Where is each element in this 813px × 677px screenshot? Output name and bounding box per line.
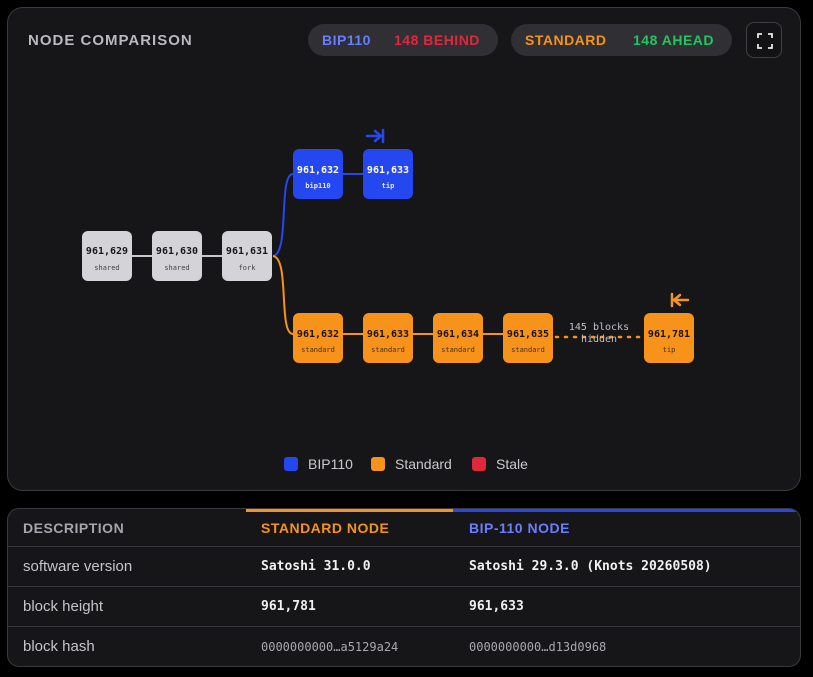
link-fork-bip110 xyxy=(272,173,294,257)
block-tag: bip110 xyxy=(305,182,330,190)
legend-swatch xyxy=(472,457,486,471)
header-standard-node: STANDARD NODE xyxy=(261,520,390,536)
block-height: 961,632 xyxy=(297,329,339,340)
block-height: 961,633 xyxy=(367,165,409,176)
legend-swatch xyxy=(284,457,298,471)
bip110-value: 0000000000…d13d0968 xyxy=(469,640,607,654)
block-tag: standard xyxy=(301,346,335,354)
standard-value: 961,781 xyxy=(261,599,316,614)
block-standard-961635[interactable]: 961,635 standard xyxy=(503,313,553,363)
block-tag: tip xyxy=(663,346,676,354)
block-standard-961633[interactable]: 961,633 standard xyxy=(363,313,413,363)
header-description: DESCRIPTION xyxy=(23,520,125,536)
block-shared-961629[interactable]: 961,629 shared xyxy=(82,231,132,281)
block-tag: tip xyxy=(382,182,395,190)
bip110-value: 961,633 xyxy=(469,599,524,614)
legend-label: BIP110 xyxy=(308,456,353,472)
block-height: 961,631 xyxy=(226,246,268,257)
standard-value: 0000000000…a5129a24 xyxy=(261,640,399,654)
block-height: 961,629 xyxy=(86,246,128,257)
table-row-block-height: block height 961,781 961,633 xyxy=(8,587,800,627)
legend-swatch xyxy=(371,457,385,471)
standard-value: Satoshi 31.0.0 xyxy=(261,559,371,574)
row-label: block height xyxy=(23,598,104,615)
block-height: 961,633 xyxy=(367,329,409,340)
block-tag: standard xyxy=(511,346,545,354)
row-label: block hash xyxy=(23,638,95,655)
arrow-left-icon xyxy=(670,292,690,308)
block-bip110-961632[interactable]: 961,632 bip110 xyxy=(293,149,343,199)
link-fork-standard xyxy=(272,255,294,335)
bip110-value: Satoshi 29.3.0 (Knots 20260508) xyxy=(469,559,712,574)
header-bip110-node: BIP-110 NODE xyxy=(469,520,570,536)
table-header-row: DESCRIPTION STANDARD NODE BIP-110 NODE xyxy=(8,509,800,547)
legend-item-bip110: BIP110 xyxy=(284,456,353,472)
hidden-blocks-label: 145 blocks xyxy=(569,322,629,333)
table-row-block-hash: block hash 0000000000…a5129a24 000000000… xyxy=(8,627,800,666)
block-standard-tip-961781[interactable]: 961,781 tip xyxy=(644,313,694,363)
block-height: 961,634 xyxy=(437,329,479,340)
chain-graph: 145 blocks hidden 961,629 shared 961,630… xyxy=(82,128,694,363)
block-tag: shared xyxy=(94,264,119,272)
row-label: software version xyxy=(23,558,133,575)
block-shared-961630[interactable]: 961,630 shared xyxy=(152,231,202,281)
comparison-table: DESCRIPTION STANDARD NODE BIP-110 NODE s… xyxy=(7,508,801,667)
block-height: 961,635 xyxy=(507,329,549,340)
block-standard-961634[interactable]: 961,634 standard xyxy=(433,313,483,363)
block-tag: shared xyxy=(164,264,189,272)
legend-label: Stale xyxy=(496,456,528,472)
table-row-software-version: software version Satoshi 31.0.0 Satoshi … xyxy=(8,547,800,587)
legend-item-stale: Stale xyxy=(472,456,528,472)
block-tag: fork xyxy=(239,264,257,272)
block-height: 961,630 xyxy=(156,246,198,257)
hidden-blocks-label-2: hidden xyxy=(581,334,617,345)
block-tag: standard xyxy=(441,346,475,354)
arrow-right-icon xyxy=(365,128,385,144)
block-height: 961,781 xyxy=(648,329,690,340)
legend-label: Standard xyxy=(395,456,452,472)
node-comparison-panel: NODE COMPARISON BIP110 148 BEHIND STANDA… xyxy=(7,7,801,491)
legend: BIP110 Standard Stale xyxy=(8,456,802,476)
legend-item-standard: Standard xyxy=(371,456,452,472)
block-height: 961,632 xyxy=(297,165,339,176)
block-fork-961631[interactable]: 961,631 fork xyxy=(222,231,272,281)
block-standard-961632[interactable]: 961,632 standard xyxy=(293,313,343,363)
block-tag: standard xyxy=(371,346,405,354)
block-bip110-tip-961633[interactable]: 961,633 tip xyxy=(363,149,413,199)
